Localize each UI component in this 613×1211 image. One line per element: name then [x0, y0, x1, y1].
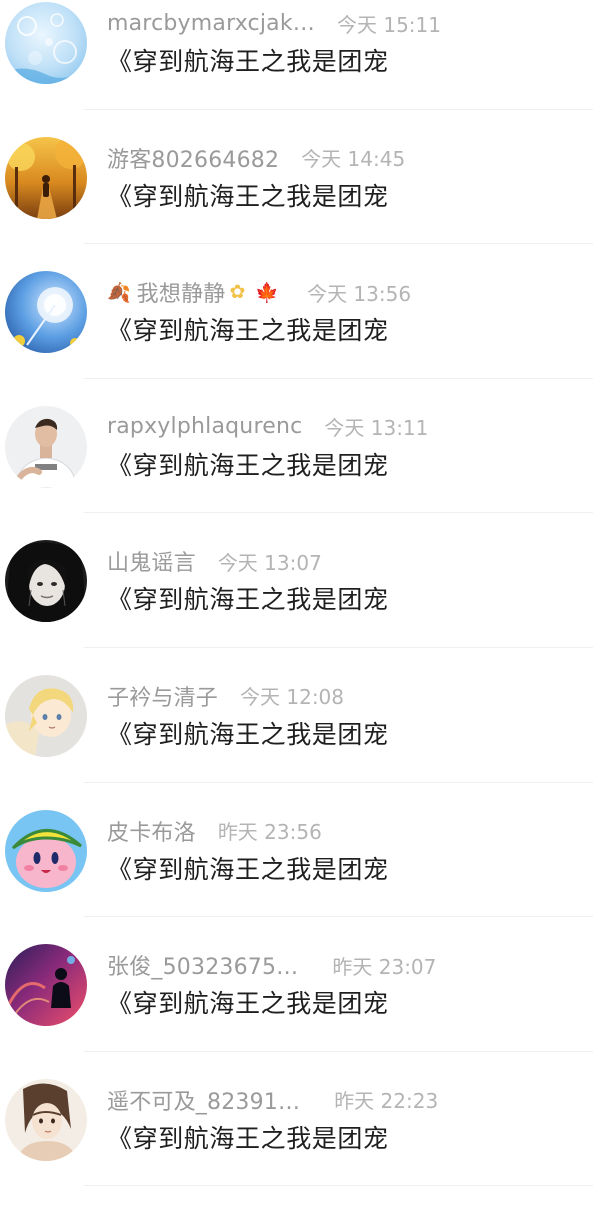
timestamp: 今天 13:07 — [217, 550, 322, 575]
comment-meta: 子衿与清子 今天 12:08 — [107, 681, 344, 711]
autumn-path-avatar-image — [5, 136, 87, 219]
divider — [84, 646, 593, 648]
comment-text: 《穿到航海王之我是团宠 — [107, 719, 389, 749]
comment-item[interactable]: 张俊_50323675… 昨天 23:07 《穿到航海王之我是团宠 — [0, 942, 613, 1077]
sketch-girl-avatar[interactable] — [5, 1078, 87, 1161]
username[interactable]: 张俊_50323675… — [107, 949, 298, 981]
kirby-avatar-image — [5, 809, 87, 892]
timestamp: 今天 13:11 — [324, 416, 429, 441]
comment-meta: 🍂 我想静静 ✿ 🍁 今天 13:56 — [107, 277, 411, 307]
dandelion-avatar-image — [5, 271, 87, 354]
timestamp: 今天 15:11 — [336, 12, 441, 37]
divider — [84, 1050, 593, 1052]
comment-item[interactable]: 遥不可及_82391… 昨天 22:23 《穿到航海王之我是团宠 — [0, 1077, 613, 1211]
username[interactable]: 我想静静 — [137, 276, 226, 308]
comment-meta: 山鬼谣言 今天 13:07 — [107, 545, 322, 577]
divider — [84, 108, 593, 110]
kirby-avatar[interactable] — [5, 809, 87, 892]
man-portrait-avatar-image — [5, 405, 87, 488]
comment-item[interactable]: 游客802664682 今天 14:45 《穿到航海王之我是团宠 — [0, 135, 613, 270]
dark-manga-avatar-image — [5, 540, 87, 623]
comment-item[interactable]: 皮卡布洛 昨天 23:56 《穿到航海王之我是团宠 — [0, 808, 613, 943]
comment-text: 《穿到航海王之我是团宠 — [107, 47, 389, 76]
comment-text: 《穿到航海王之我是团宠 — [107, 585, 389, 615]
bubbles-avatar[interactable] — [5, 2, 87, 84]
divider — [84, 916, 593, 918]
dark-manga-avatar[interactable] — [5, 540, 87, 623]
username[interactable]: rapxylphlaqurenc — [107, 414, 302, 439]
comment-text: 《穿到航海王之我是团宠 — [107, 989, 389, 1019]
timestamp: 昨天 23:07 — [332, 954, 437, 979]
autumn-path-avatar[interactable] — [5, 136, 87, 219]
divider — [84, 512, 593, 514]
comment-meta: 张俊_50323675… 昨天 23:07 — [107, 949, 437, 981]
comment-meta: 皮卡布洛 昨天 23:56 — [107, 816, 322, 846]
divider — [84, 243, 593, 245]
timestamp: 今天 12:08 — [240, 685, 345, 710]
leaf-icon: 🍂 — [107, 281, 131, 304]
comment-meta: rapxylphlaqurenc 今天 13:11 — [107, 412, 428, 442]
sketch-girl-avatar-image — [5, 1078, 87, 1161]
username[interactable]: marcbymarxcjak… — [107, 11, 315, 36]
anime-blonde-avatar[interactable] — [5, 674, 87, 757]
comment-text: 《穿到航海王之我是团宠 — [107, 1123, 389, 1153]
neon-figure-avatar-image — [5, 944, 87, 1027]
timestamp: 昨天 22:23 — [334, 1089, 439, 1114]
username[interactable]: 遥不可及_82391… — [107, 1084, 300, 1116]
username[interactable]: 游客802664682 — [107, 142, 279, 174]
timestamp: 昨天 23:56 — [217, 820, 322, 845]
comment-meta: 遥不可及_82391… 昨天 22:23 — [107, 1085, 438, 1115]
comment-meta: 游客802664682 今天 14:45 — [107, 143, 405, 173]
maple-leaf-icon: 🍁 — [255, 281, 280, 304]
comment-text: 《穿到航海王之我是团宠 — [107, 181, 389, 211]
neon-figure-avatar[interactable] — [5, 944, 87, 1027]
man-portrait-avatar[interactable] — [5, 405, 87, 488]
comment-item[interactable]: rapxylphlaqurenc 今天 13:11 《穿到航海王之我是团宠 — [0, 404, 613, 539]
timestamp: 今天 14:45 — [301, 147, 406, 172]
comment-text: 《穿到航海王之我是团宠 — [107, 854, 389, 884]
comment-text: 《穿到航海王之我是团宠 — [107, 450, 389, 480]
username[interactable]: 皮卡布洛 — [107, 815, 196, 847]
divider — [84, 377, 593, 379]
username[interactable]: 子衿与清子 — [107, 680, 218, 712]
username[interactable]: 山鬼谣言 — [107, 545, 196, 577]
comment-item[interactable]: marcbymarxcjak… 今天 15:11 《穿到航海王之我是团宠 — [0, 0, 613, 135]
comment-text: 《穿到航海王之我是团宠 — [107, 316, 389, 346]
timestamp: 今天 13:56 — [307, 281, 412, 306]
comment-item[interactable]: 山鬼谣言 今天 13:07 《穿到航海王之我是团宠 — [0, 538, 613, 673]
comment-item[interactable]: 子衿与清子 今天 12:08 《穿到航海王之我是团宠 — [0, 673, 613, 808]
comment-meta: marcbymarxcjak… 今天 15:11 — [107, 8, 441, 38]
flower-icon: ✿ — [229, 281, 246, 304]
bubbles-avatar-image — [5, 2, 87, 84]
comment-list: marcbymarxcjak… 今天 15:11 《穿到航海王之我是团宠 游客8… — [0, 0, 613, 1211]
anime-blonde-avatar-image — [5, 674, 87, 757]
comment-item[interactable]: 🍂 我想静静 ✿ 🍁 今天 13:56 《穿到航海王之我是团宠 — [0, 269, 613, 404]
divider — [84, 781, 593, 783]
dandelion-avatar[interactable] — [5, 271, 87, 354]
